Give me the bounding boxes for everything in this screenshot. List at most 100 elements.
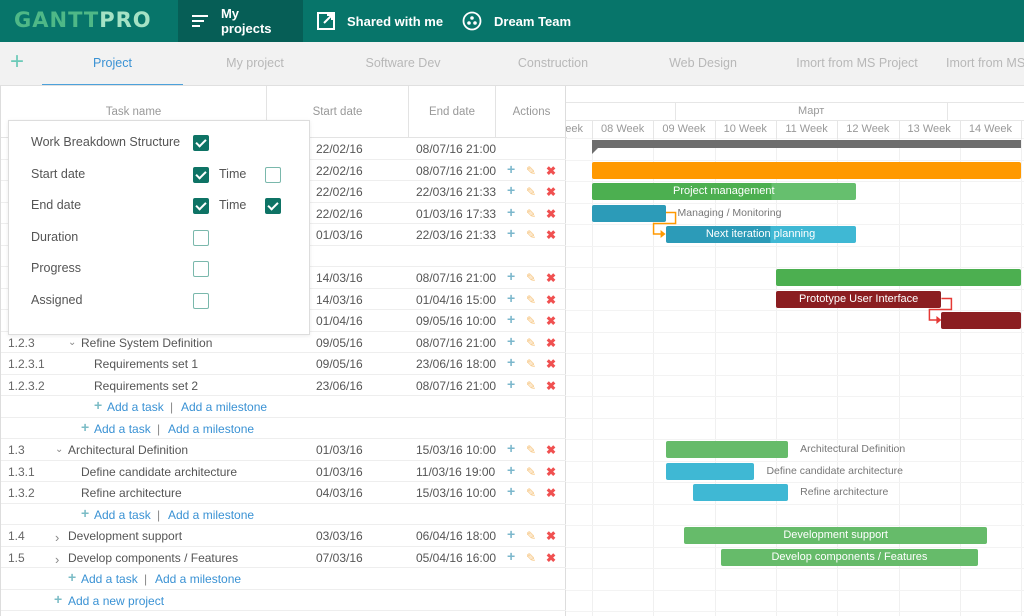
delete-icon[interactable]: ✖ — [546, 228, 556, 242]
edit-pencil-icon[interactable]: ✎ — [526, 443, 536, 457]
tab-my-project[interactable]: My project — [190, 42, 320, 85]
add-subtask-icon[interactable]: + — [507, 354, 515, 370]
gantpro-logo[interactable]: GANTTPRO — [14, 8, 152, 32]
add-subtask-icon[interactable]: + — [507, 161, 515, 177]
table-row[interactable]: 1.2.3.2 Requirements set 2 23/06/16 08/07/1… — [1, 375, 566, 396]
task-name[interactable]: Define candidate architecture — [81, 465, 237, 479]
gantt-bar[interactable]: Prototype User Interface — [775, 290, 942, 308]
checkbox-assigned[interactable] — [193, 293, 209, 309]
add-task-link[interactable]: Add a task — [94, 422, 151, 436]
edit-pencil-icon[interactable]: ✎ — [526, 336, 536, 350]
table-row[interactable]: 1.4 › Development support 03/03/16 06/04/16 … — [1, 525, 566, 547]
add-project-tab-button[interactable]: + — [10, 50, 24, 74]
add-new-project-link[interactable]: Add a new project — [68, 594, 164, 608]
gantt-bar[interactable] — [941, 312, 1022, 329]
checkbox-duration[interactable] — [193, 230, 209, 246]
gantt-bar[interactable]: Development support — [683, 527, 988, 544]
add-milestone-link[interactable]: Add a milestone — [181, 400, 267, 414]
task-name[interactable]: Requirements set 2 — [94, 379, 198, 393]
add-task-link[interactable]: Add a task — [107, 400, 164, 414]
add-milestone-link[interactable]: Add a milestone — [155, 572, 241, 586]
chevron-down-icon[interactable]: ⌄ — [68, 337, 76, 348]
edit-pencil-icon[interactable]: ✎ — [526, 293, 536, 307]
task-name[interactable]: Refine architecture — [81, 486, 182, 500]
add-subtask-icon[interactable]: + — [507, 376, 515, 392]
task-name[interactable]: Refine System Definition — [81, 336, 212, 350]
add-task-link[interactable]: Add a task — [81, 572, 138, 586]
nav-my-projects[interactable]: My projects — [178, 0, 303, 42]
column-header-end-date[interactable]: End date — [409, 86, 496, 138]
chevron-down-icon[interactable]: ⌄ — [55, 444, 63, 455]
delete-icon[interactable]: ✖ — [546, 164, 556, 178]
tab-software-dev[interactable]: Software Dev — [338, 42, 468, 85]
task-name[interactable]: Development support — [68, 529, 182, 543]
table-row[interactable]: 1.3.1 Define candidate architecture 01/03/… — [1, 461, 566, 482]
delete-icon[interactable]: ✖ — [546, 207, 556, 221]
add-milestone-link[interactable]: Add a milestone — [168, 422, 254, 436]
edit-pencil-icon[interactable]: ✎ — [526, 379, 536, 393]
gantt-bar[interactable] — [665, 462, 755, 480]
tab-project[interactable]: Project — [42, 42, 183, 85]
checkbox-end-time[interactable] — [265, 198, 281, 214]
delete-icon[interactable]: ✖ — [546, 465, 556, 479]
checkbox-start-time[interactable] — [265, 167, 281, 183]
gantt-bar[interactable]: Next iteration planning — [665, 226, 856, 243]
tab-construction[interactable]: Construction — [488, 42, 618, 85]
gantt-bar[interactable] — [665, 441, 789, 458]
gantt-bar[interactable] — [693, 484, 789, 501]
gantt-bar[interactable] — [592, 140, 1022, 148]
task-name[interactable]: Develop components / Features — [68, 551, 238, 565]
chevron-right-icon[interactable]: › — [55, 552, 59, 567]
task-name[interactable]: Architectural Definition — [68, 443, 188, 457]
delete-icon[interactable]: ✖ — [546, 529, 556, 543]
tab-import-ms-project-2[interactable]: Imort from MS Project — [946, 42, 1024, 85]
add-subtask-icon[interactable]: + — [507, 526, 515, 542]
edit-pencil-icon[interactable]: ✎ — [526, 486, 536, 500]
table-row[interactable]: 1.5 › Develop components / Features 07/03/1… — [1, 547, 566, 568]
gantt-bar[interactable]: Project management — [592, 183, 856, 200]
add-subtask-icon[interactable]: + — [507, 311, 515, 327]
chevron-right-icon[interactable]: › — [55, 530, 59, 545]
delete-icon[interactable]: ✖ — [546, 271, 556, 285]
table-row[interactable]: 1.3.2 Refine architecture 04/03/16 15/03/16… — [1, 482, 566, 504]
gantt-bar[interactable] — [592, 161, 1022, 179]
delete-icon[interactable]: ✖ — [546, 551, 556, 565]
edit-pencil-icon[interactable]: ✎ — [526, 271, 536, 285]
add-task-link[interactable]: Add a task — [94, 508, 151, 522]
add-subtask-icon[interactable]: + — [507, 548, 515, 564]
task-name[interactable]: Requirements set 1 — [94, 357, 198, 371]
edit-pencil-icon[interactable]: ✎ — [526, 228, 536, 242]
add-subtask-icon[interactable]: + — [507, 333, 515, 349]
gantt-bar[interactable]: Develop components / Features — [720, 548, 979, 566]
nav-shared-with-me[interactable]: Shared with me — [303, 0, 457, 42]
table-row[interactable]: 1.3 ⌄ Architectural Definition 01/03/16 15/0… — [1, 439, 566, 461]
add-subtask-icon[interactable]: + — [507, 204, 515, 220]
edit-pencil-icon[interactable]: ✎ — [526, 207, 536, 221]
add-subtask-icon[interactable]: + — [507, 462, 515, 478]
edit-pencil-icon[interactable]: ✎ — [526, 164, 536, 178]
add-milestone-link[interactable]: Add a milestone — [168, 508, 254, 522]
edit-pencil-icon[interactable]: ✎ — [526, 529, 536, 543]
edit-pencil-icon[interactable]: ✎ — [526, 314, 536, 328]
delete-icon[interactable]: ✖ — [546, 486, 556, 500]
gantt-bar[interactable] — [775, 269, 1022, 286]
add-subtask-icon[interactable]: + — [507, 182, 515, 198]
tab-import-ms-project[interactable]: Imort from MS Project — [782, 42, 932, 85]
add-subtask-icon[interactable]: + — [507, 225, 515, 241]
delete-icon[interactable]: ✖ — [546, 336, 556, 350]
add-subtask-icon[interactable]: + — [507, 440, 515, 456]
add-subtask-icon[interactable]: + — [507, 483, 515, 499]
delete-icon[interactable]: ✖ — [546, 314, 556, 328]
edit-pencil-icon[interactable]: ✎ — [526, 357, 536, 371]
checkbox-wbs[interactable] — [193, 135, 209, 151]
add-subtask-icon[interactable]: + — [507, 268, 515, 284]
delete-icon[interactable]: ✖ — [546, 185, 556, 199]
checkbox-start-date[interactable] — [193, 167, 209, 183]
checkbox-end-date[interactable] — [193, 198, 209, 214]
delete-icon[interactable]: ✖ — [546, 443, 556, 457]
nav-dream-team[interactable]: Dream Team — [448, 0, 585, 42]
edit-pencil-icon[interactable]: ✎ — [526, 551, 536, 565]
gantt-bar[interactable] — [592, 204, 666, 222]
edit-pencil-icon[interactable]: ✎ — [526, 465, 536, 479]
delete-icon[interactable]: ✖ — [546, 379, 556, 393]
